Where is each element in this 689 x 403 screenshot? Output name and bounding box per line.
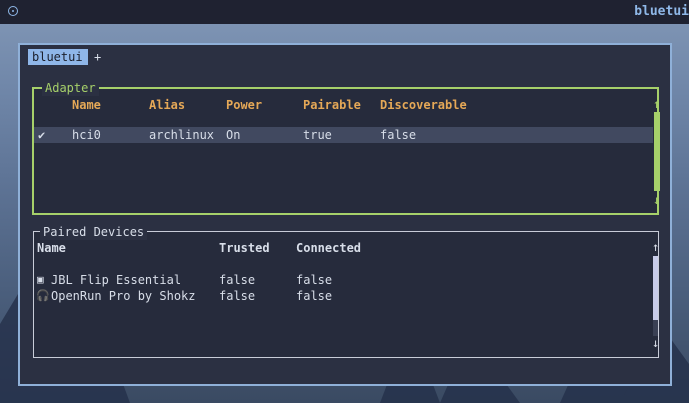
adapter-discoverable: false xyxy=(380,128,417,142)
adapter-power: On xyxy=(226,128,241,142)
column-header-connected: Connected xyxy=(296,241,362,255)
table-row[interactable]: 🎧 OpenRun Pro by Shokz false false xyxy=(34,288,644,304)
tab-bar: bluetui + xyxy=(24,49,666,65)
table-row[interactable]: ▣ JBL Flip Essential false false xyxy=(34,272,644,288)
adapter-scroll-down-icon[interactable]: ↓ xyxy=(653,193,660,207)
column-header-name: Name xyxy=(72,98,101,112)
launcher-icon[interactable] xyxy=(8,6,18,16)
headphones-icon: 🎧 xyxy=(36,289,50,302)
adapter-alias: archlinux xyxy=(149,128,215,142)
adapter-pairable: true xyxy=(303,128,332,142)
paired-scroll-down-icon[interactable]: ↓ xyxy=(652,336,659,350)
speaker-icon: ▣ xyxy=(37,273,44,286)
device-connected: false xyxy=(296,289,333,303)
device-connected: false xyxy=(296,273,333,287)
adapter-name: hci0 xyxy=(72,128,101,142)
column-header-power: Power xyxy=(226,98,263,112)
tab-bluetui[interactable]: bluetui xyxy=(28,49,88,65)
paired-scrollbar-thumb[interactable] xyxy=(653,256,658,320)
adapter-panel: Adapter Name Alias Power Pairable Discov… xyxy=(32,80,660,215)
column-header-device-name: Name xyxy=(37,241,66,255)
column-header-trusted: Trusted xyxy=(219,241,270,255)
selected-check-icon: ✔ xyxy=(38,128,46,142)
paired-devices-panel-title: Paired Devices xyxy=(40,224,148,240)
window-title: bluetui xyxy=(634,4,689,19)
column-header-alias: Alias xyxy=(149,98,186,112)
paired-devices-panel: Paired Devices Name Trusted Connected ▣ … xyxy=(33,224,659,358)
device-name: OpenRun Pro by Shokz xyxy=(51,289,196,303)
column-header-pairable: Pairable xyxy=(303,98,361,112)
adapter-row-selected[interactable]: ✔ hci0 archlinux On true false xyxy=(34,127,653,143)
adapter-panel-title: Adapter xyxy=(42,80,99,96)
paired-scroll-up-icon[interactable]: ↑ xyxy=(652,240,659,254)
column-header-discoverable: Discoverable xyxy=(380,98,467,112)
desktop-top-bar: bluetui xyxy=(0,0,689,24)
adapter-scroll-up-icon[interactable]: ↑ xyxy=(653,97,660,111)
device-trusted: false xyxy=(219,273,256,287)
device-name: JBL Flip Essential xyxy=(51,273,182,287)
device-trusted: false xyxy=(219,289,256,303)
new-tab-button[interactable]: + xyxy=(94,49,104,65)
adapter-scrollbar[interactable] xyxy=(654,112,660,191)
